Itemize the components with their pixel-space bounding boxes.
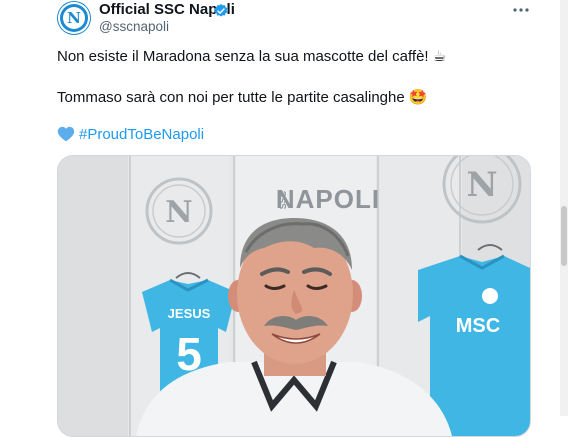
- page-scrollbar[interactable]: [560, 0, 568, 416]
- coffee-emoji-icon: ☕: [432, 47, 447, 65]
- tweet-text-2: Tommaso sarà con noi per tutte le partit…: [57, 89, 405, 106]
- photo-illustration: N N SSC NAPOLI JESUS 5 MSC: [58, 156, 530, 436]
- verified-badge-icon: [214, 4, 228, 17]
- handle[interactable]: @sscnapoli: [99, 19, 169, 34]
- avatar[interactable]: N: [58, 2, 90, 34]
- more-options-icon[interactable]: [511, 1, 531, 19]
- avatar-letter: N: [67, 9, 81, 27]
- tweet-text-1: Non esiste il Maradona senza la sua masc…: [57, 48, 429, 65]
- avatar-crest: N: [63, 7, 85, 29]
- jersey-right-sponsor: MSC: [456, 315, 500, 337]
- crest-letter-right: N: [466, 165, 497, 205]
- tweet-text-line-1: Non esiste il Maradona senza la sua masc…: [57, 47, 446, 65]
- star-struck-emoji-icon: 🤩: [408, 88, 428, 106]
- crest-letter-left: N: [165, 195, 192, 230]
- blue-heart-icon: [57, 126, 75, 142]
- wall-sign: SSC NAPOLI: [276, 184, 380, 214]
- hashtag-link[interactable]: #ProudToBeNapoli: [79, 126, 204, 143]
- jersey-left-name: JESUS: [168, 306, 211, 321]
- wall-panel-left: [58, 156, 128, 436]
- tweet-text-line-2: Tommaso sarà con noi per tutte le partit…: [57, 88, 428, 106]
- tweet[interactable]: N Official SSC Napoli @sscnapoli Non esi…: [0, 0, 568, 437]
- tweet-media-photo[interactable]: N N SSC NAPOLI JESUS 5 MSC: [57, 155, 531, 437]
- scrollbar-thumb[interactable]: [561, 206, 567, 266]
- wall-sign-text: NAPOLI: [276, 184, 380, 214]
